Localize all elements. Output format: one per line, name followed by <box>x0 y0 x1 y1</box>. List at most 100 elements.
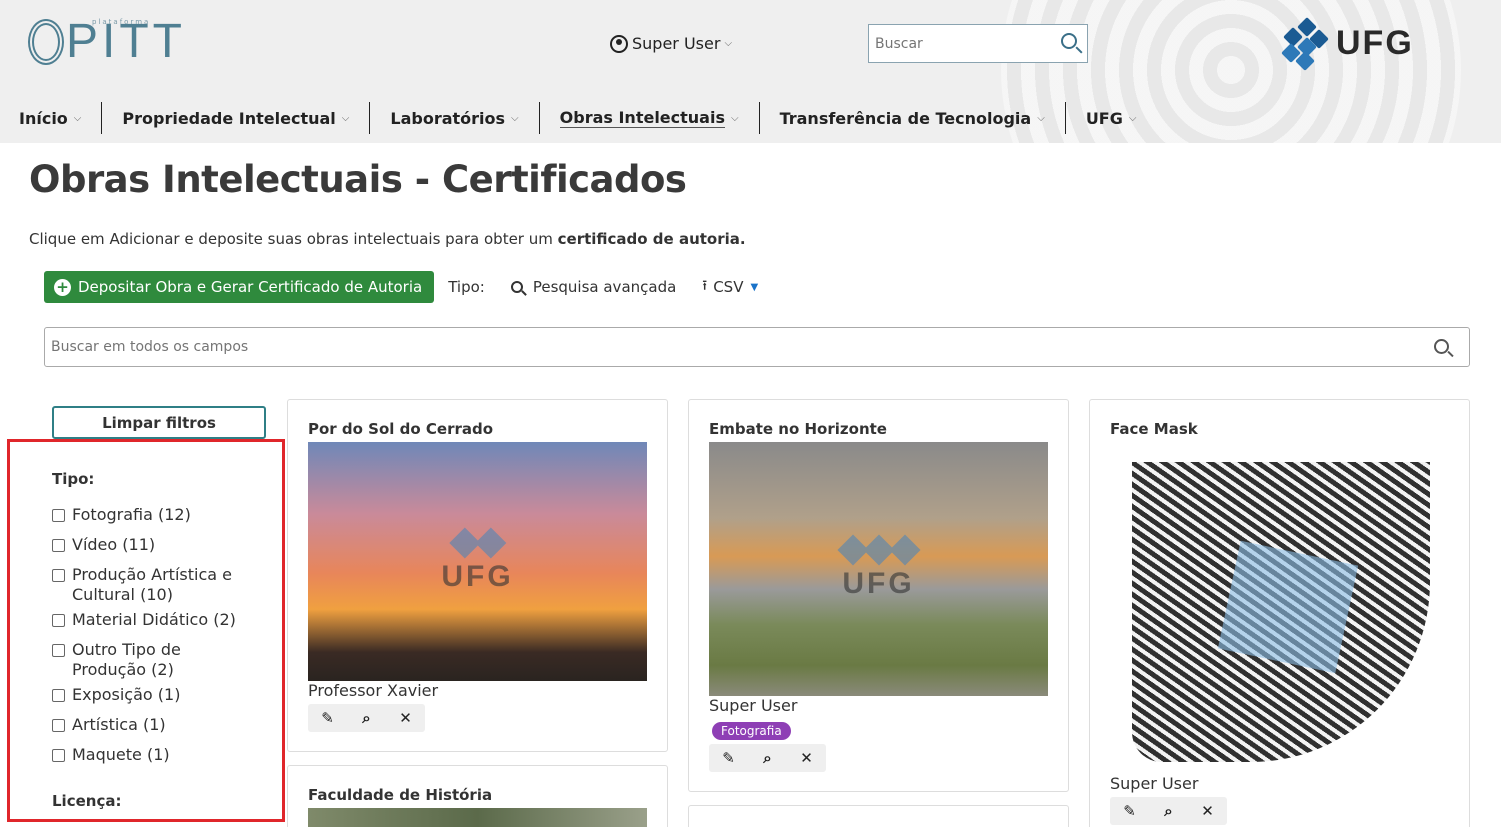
deposit-button-label: Depositar Obra e Gerar Certificado de Au… <box>78 278 423 296</box>
chevron-down-icon: ⌵ <box>73 112 82 124</box>
user-name: Super User <box>632 34 721 53</box>
search-all-fields <box>44 327 1470 367</box>
nav-ufg[interactable]: UFG ⌵ <box>1064 102 1157 134</box>
card-author: Professor Xavier <box>308 681 439 700</box>
close-icon[interactable]: ✕ <box>386 704 425 732</box>
search-icon[interactable]: ⌕ <box>1149 797 1188 825</box>
close-icon[interactable]: ✕ <box>787 744 826 772</box>
filter-option[interactable]: Outro Tipo de Produção (2) <box>52 640 252 680</box>
csv-label: CSV <box>713 278 744 296</box>
hexagon-icon <box>474 526 507 559</box>
watermark-text: UFG <box>441 559 514 593</box>
user-menu[interactable]: Super User ⌵ <box>610 34 732 53</box>
checkbox[interactable] <box>52 749 65 762</box>
filter-option[interactable]: Vídeo (11) <box>52 535 252 555</box>
close-icon[interactable]: ✕ <box>1188 797 1227 825</box>
nav-obras-intelectuais[interactable]: Obras Intelectuais ⌵ <box>538 102 759 134</box>
main-nav: Início ⌵ Propriedade Intelectual ⌵ Laborat… <box>0 100 1156 136</box>
work-card[interactable]: Embate no Horizonte UFG Super User Fotog… <box>688 399 1069 792</box>
clear-filters-button[interactable]: Limpar filtros <box>52 406 266 439</box>
type-badge: Fotografia <box>712 722 791 740</box>
card-image[interactable] <box>1110 442 1449 762</box>
checkbox[interactable] <box>52 644 65 657</box>
card-title[interactable]: Por do Sol do Cerrado <box>308 420 493 438</box>
card-image[interactable]: UFG <box>308 442 647 681</box>
work-card[interactable]: Face Mask Super User ✎ ⌕ ✕ <box>1089 399 1470 827</box>
nav-laboratorios[interactable]: Laboratórios ⌵ <box>369 102 538 134</box>
filter-option[interactable]: Material Didático (2) <box>52 610 252 630</box>
chevron-down-icon: ⌵ <box>341 112 350 124</box>
filter-type-title: Tipo: <box>52 470 95 488</box>
hexagon-icon <box>888 534 921 566</box>
csv-export-dropdown[interactable]: ⭱ CSV ▼ <box>702 275 758 299</box>
chevron-down-icon: ⌵ <box>1128 112 1137 124</box>
type-label: Tipo: <box>448 278 485 296</box>
chevron-down-icon: ⌵ <box>1037 112 1045 124</box>
search-all-input[interactable] <box>45 328 1415 366</box>
intro-text-bold: certificado de autoria. <box>557 230 746 248</box>
card-title[interactable]: Faculdade de História <box>308 786 492 804</box>
advanced-search-label: Pesquisa avançada <box>532 278 677 296</box>
work-card[interactable]: Por do Sol do Cerrado UFG Professor Xavi… <box>287 399 668 752</box>
deposit-button[interactable]: + Depositar Obra e Gerar Certificado de … <box>44 271 435 303</box>
nav-propriedade-intelectual[interactable]: Propriedade Intelectual ⌵ <box>101 102 369 134</box>
filter-option-label: Outro Tipo de Produção (2) <box>72 640 181 679</box>
checkbox[interactable] <box>52 614 65 627</box>
upload-icon: ⭱ <box>702 278 708 294</box>
filter-option-label: Fotografia (12) <box>72 505 191 524</box>
card-title[interactable]: Embate no Horizonte <box>709 420 887 438</box>
logo-subtitle: plataforma <box>92 18 151 26</box>
nav-label: Obras Intelectuais <box>559 108 725 128</box>
page-title: Obras Intelectuais - Certificados <box>29 158 687 201</box>
nav-label: Início <box>19 108 68 128</box>
ufg-logo[interactable]: UFG <box>1281 17 1414 71</box>
filter-option-label: Produção Artística e Cultural (10) <box>72 565 232 604</box>
checkbox[interactable] <box>52 569 65 582</box>
edit-icon[interactable]: ✎ <box>709 744 748 772</box>
checkbox[interactable] <box>52 509 65 522</box>
nav-label: Propriedade Intelectual <box>122 108 336 128</box>
intro-text: Clique em Adicionar e deposite suas obra… <box>29 230 746 248</box>
filters-panel: Tipo: Fotografia (12) Vídeo (11) Produçã… <box>52 470 252 810</box>
header-search-input[interactable] <box>869 25 1049 62</box>
ufg-watermark: UFG <box>836 534 921 601</box>
filter-option[interactable]: Artística (1) <box>52 715 252 735</box>
work-card[interactable] <box>688 805 1069 827</box>
filter-option[interactable]: Fotografia (12) <box>52 505 252 525</box>
search-icon[interactable] <box>1061 33 1077 49</box>
checkbox[interactable] <box>52 719 65 732</box>
card-title[interactable]: Face Mask <box>1110 420 1198 438</box>
search-icon[interactable] <box>1434 339 1449 354</box>
filter-option[interactable]: Produção Artística e Cultural (10) <box>52 565 252 605</box>
card-actions: ✎ ⌕ ✕ <box>1110 797 1227 825</box>
chevron-down-icon: ⌵ <box>730 112 739 124</box>
edit-icon[interactable]: ✎ <box>308 704 347 732</box>
watermark-text: UFG <box>842 567 915 600</box>
nav-label: Laboratórios <box>390 108 506 128</box>
site-header: PITT plataforma Super User ⌵ UFG Início ⌵… <box>0 0 1501 143</box>
search-icon[interactable]: ⌕ <box>748 744 787 772</box>
checkbox[interactable] <box>52 539 65 552</box>
checkbox[interactable] <box>52 689 65 702</box>
card-author: Super User <box>709 696 798 715</box>
filter-option-label: Exposição (1) <box>72 685 181 704</box>
nav-inicio[interactable]: Início ⌵ <box>0 102 101 134</box>
search-icon[interactable]: ⌕ <box>347 704 386 732</box>
pitt-logo[interactable]: PITT plataforma <box>28 18 186 66</box>
card-image[interactable]: UFG <box>709 442 1048 696</box>
toolbar: + Depositar Obra e Gerar Certificado de … <box>44 271 758 303</box>
card-image[interactable] <box>308 808 647 827</box>
user-icon <box>610 34 628 53</box>
filter-option[interactable]: Exposição (1) <box>52 685 252 705</box>
edit-icon[interactable]: ✎ <box>1110 797 1149 825</box>
hexagons-icon <box>1281 17 1332 71</box>
filter-option[interactable]: Maquete (1) <box>52 745 252 765</box>
advanced-search-link[interactable]: Pesquisa avançada <box>510 278 677 296</box>
nav-transferencia-tecnologia[interactable]: Transferência de Tecnologia ⌵ <box>758 102 1065 134</box>
caret-down-icon: ▼ <box>750 281 759 293</box>
header-search <box>868 24 1088 63</box>
work-card[interactable]: Faculdade de História <box>287 765 668 827</box>
search-icon <box>510 281 523 293</box>
filter-option-label: Material Didático (2) <box>72 610 236 629</box>
chevron-down-icon: ⌵ <box>724 38 733 49</box>
